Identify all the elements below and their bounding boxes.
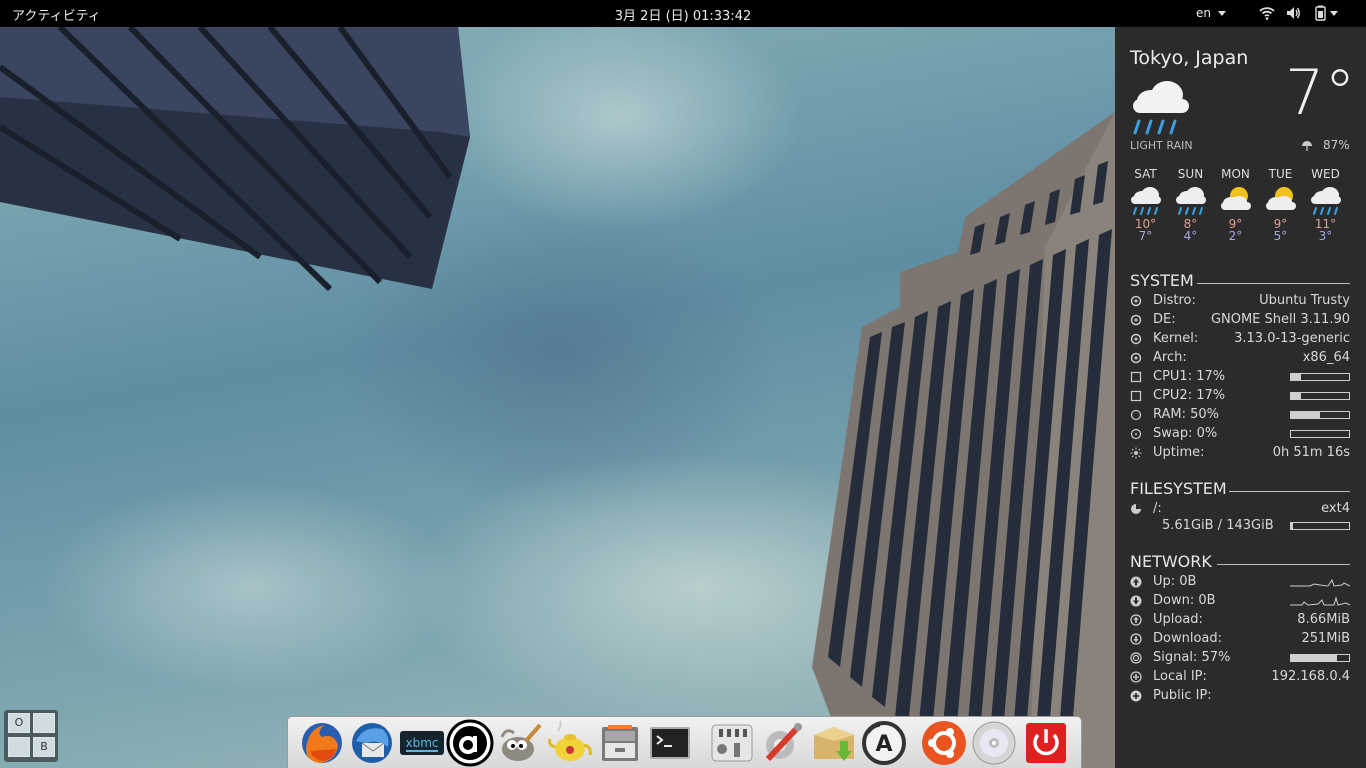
terminal-icon[interactable] (646, 719, 694, 767)
software-updater-icon[interactable]: A (860, 719, 908, 767)
mixer-icon[interactable] (708, 719, 756, 767)
thunderbird-icon[interactable] (348, 719, 396, 767)
network-row-up: Up: 0B (1130, 574, 1350, 593)
desklet-panel: Tokyo, Japan 7° LIGHT RAIN 87% SAT 10° 7… (1115, 27, 1366, 768)
gear-icon (1130, 352, 1142, 364)
amazon-icon[interactable] (446, 719, 494, 767)
divider (1197, 283, 1350, 284)
volume-icon[interactable] (1285, 5, 1301, 21)
workspace-4[interactable]: B (33, 737, 55, 757)
system-row-arch: Arch: x86_64 (1130, 350, 1350, 369)
forecast-day: SAT 10° 7° (1123, 167, 1168, 243)
system-section-title: SYSTEM (1130, 271, 1194, 290)
activities-button[interactable]: アクティビティ (12, 5, 101, 24)
sun-icon (1130, 447, 1142, 459)
dock: xbmc A (287, 716, 1082, 768)
rain-cloud-icon (1130, 187, 1161, 215)
language-indicator[interactable]: en (1196, 6, 1211, 20)
umbrella-icon (1302, 141, 1312, 151)
system-row-kernel: Kernel: 3.13.0-13-generic (1130, 331, 1350, 350)
wifi-icon[interactable] (1259, 5, 1275, 21)
system-row-ram: RAM: 50% (1130, 407, 1350, 426)
network-row-public-ip: Public IP: (1130, 688, 1350, 707)
system-row-cpu2: CPU2: 17% (1130, 388, 1350, 407)
gimp-icon[interactable] (496, 719, 544, 767)
system-row-cpu1: CPU1: 17% (1130, 369, 1350, 388)
clock[interactable]: 3月 2日 (日) 01:33:42 (615, 9, 751, 24)
sun-cloud-icon (1265, 187, 1296, 210)
network-row-local-ip: Local IP: 192.168.0.4 (1130, 669, 1350, 688)
cd-icon[interactable] (970, 719, 1018, 767)
files-icon[interactable] (596, 719, 644, 767)
weather-location: Tokyo, Japan (1130, 47, 1249, 69)
weather-forecast: SAT 10° 7° SUN 8° 4° MON 9° 2° TUE 9° 5°… (1123, 167, 1359, 243)
svg-text:A: A (875, 732, 892, 757)
battery-icon[interactable] (1313, 5, 1329, 21)
download-graph (1290, 596, 1350, 606)
settings-icon[interactable] (758, 719, 806, 767)
forecast-day: WED 11° 3° (1303, 167, 1348, 243)
gear-icon (1130, 314, 1142, 326)
cpu2-usage-bar (1290, 392, 1350, 400)
swap-icon (1130, 428, 1142, 440)
signal-icon (1130, 652, 1142, 664)
xbmc-icon[interactable]: xbmc (398, 719, 446, 767)
plus-circle-icon (1130, 690, 1142, 702)
chevron-down-icon (1218, 11, 1226, 16)
arrow-up-circle-icon (1130, 576, 1142, 588)
cpu1-usage-bar (1290, 373, 1350, 381)
upload-total-icon (1130, 614, 1142, 626)
system-row-uptime: Uptime: 0h 51m 16s (1130, 445, 1350, 464)
top-bar: アクティビティ 3月 2日 (日) 01:33:42 en (0, 0, 1366, 27)
weather-temperature: 7° (1285, 56, 1356, 129)
package-install-icon[interactable] (810, 719, 858, 767)
filesystem-usage-bar (1290, 522, 1350, 530)
network-row-down: Down: 0B (1130, 593, 1350, 612)
weather-humidity: 87% (1323, 138, 1350, 152)
workspace-2[interactable] (33, 713, 55, 733)
gear-icon (1130, 295, 1142, 307)
filesystem-section-title: FILESYSTEM (1130, 479, 1227, 498)
system-row-de: DE: GNOME Shell 3.11.90 (1130, 312, 1350, 331)
teapot-icon[interactable] (546, 719, 594, 767)
gear-icon (1130, 333, 1142, 345)
chevron-down-icon (1330, 11, 1338, 16)
forecast-day: TUE 9° 5° (1258, 167, 1303, 243)
swap-usage-bar (1290, 430, 1350, 438)
plus-circle-icon (1130, 671, 1142, 683)
forecast-day: SUN 8° 4° (1168, 167, 1213, 243)
workspace-1[interactable]: O (8, 713, 30, 733)
rain-cloud-icon (1175, 187, 1206, 215)
disk-pie-icon (1131, 504, 1141, 514)
weather-condition: LIGHT RAIN (1130, 139, 1193, 152)
workspace-switcher: O B (4, 710, 58, 762)
network-row-download-total: Download: 251MiB (1130, 631, 1350, 650)
system-row-distro: Distro: Ubuntu Trusty (1130, 293, 1350, 312)
memory-icon (1130, 409, 1142, 421)
cpu-icon (1130, 390, 1142, 402)
svg-text:xbmc: xbmc (405, 736, 438, 750)
download-total-icon (1130, 633, 1142, 645)
cpu-icon (1130, 371, 1142, 383)
workspace-3[interactable] (8, 737, 30, 757)
filesystem-usage-row: 5.61GiB / 143GiB (1130, 518, 1350, 537)
rain-cloud-icon (1310, 187, 1341, 215)
signal-strength-bar (1290, 654, 1350, 662)
divider (1217, 564, 1350, 565)
firefox-icon[interactable] (298, 719, 346, 767)
upload-graph (1290, 578, 1350, 587)
ram-usage-bar (1290, 411, 1350, 419)
system-row-swap: Swap: 0% (1130, 426, 1350, 445)
divider (1229, 491, 1350, 492)
forecast-day: MON 9° 2° (1213, 167, 1258, 243)
rain-cloud-icon (1133, 81, 1189, 135)
sun-cloud-icon (1220, 187, 1251, 210)
network-section-title: NETWORK (1130, 552, 1212, 571)
network-row-upload-total: Upload: 8.66MiB (1130, 612, 1350, 631)
ubuntu-icon[interactable] (920, 719, 968, 767)
arrow-down-circle-icon (1130, 595, 1142, 607)
power-icon[interactable] (1022, 719, 1070, 767)
network-row-signal: Signal: 57% (1130, 650, 1350, 669)
